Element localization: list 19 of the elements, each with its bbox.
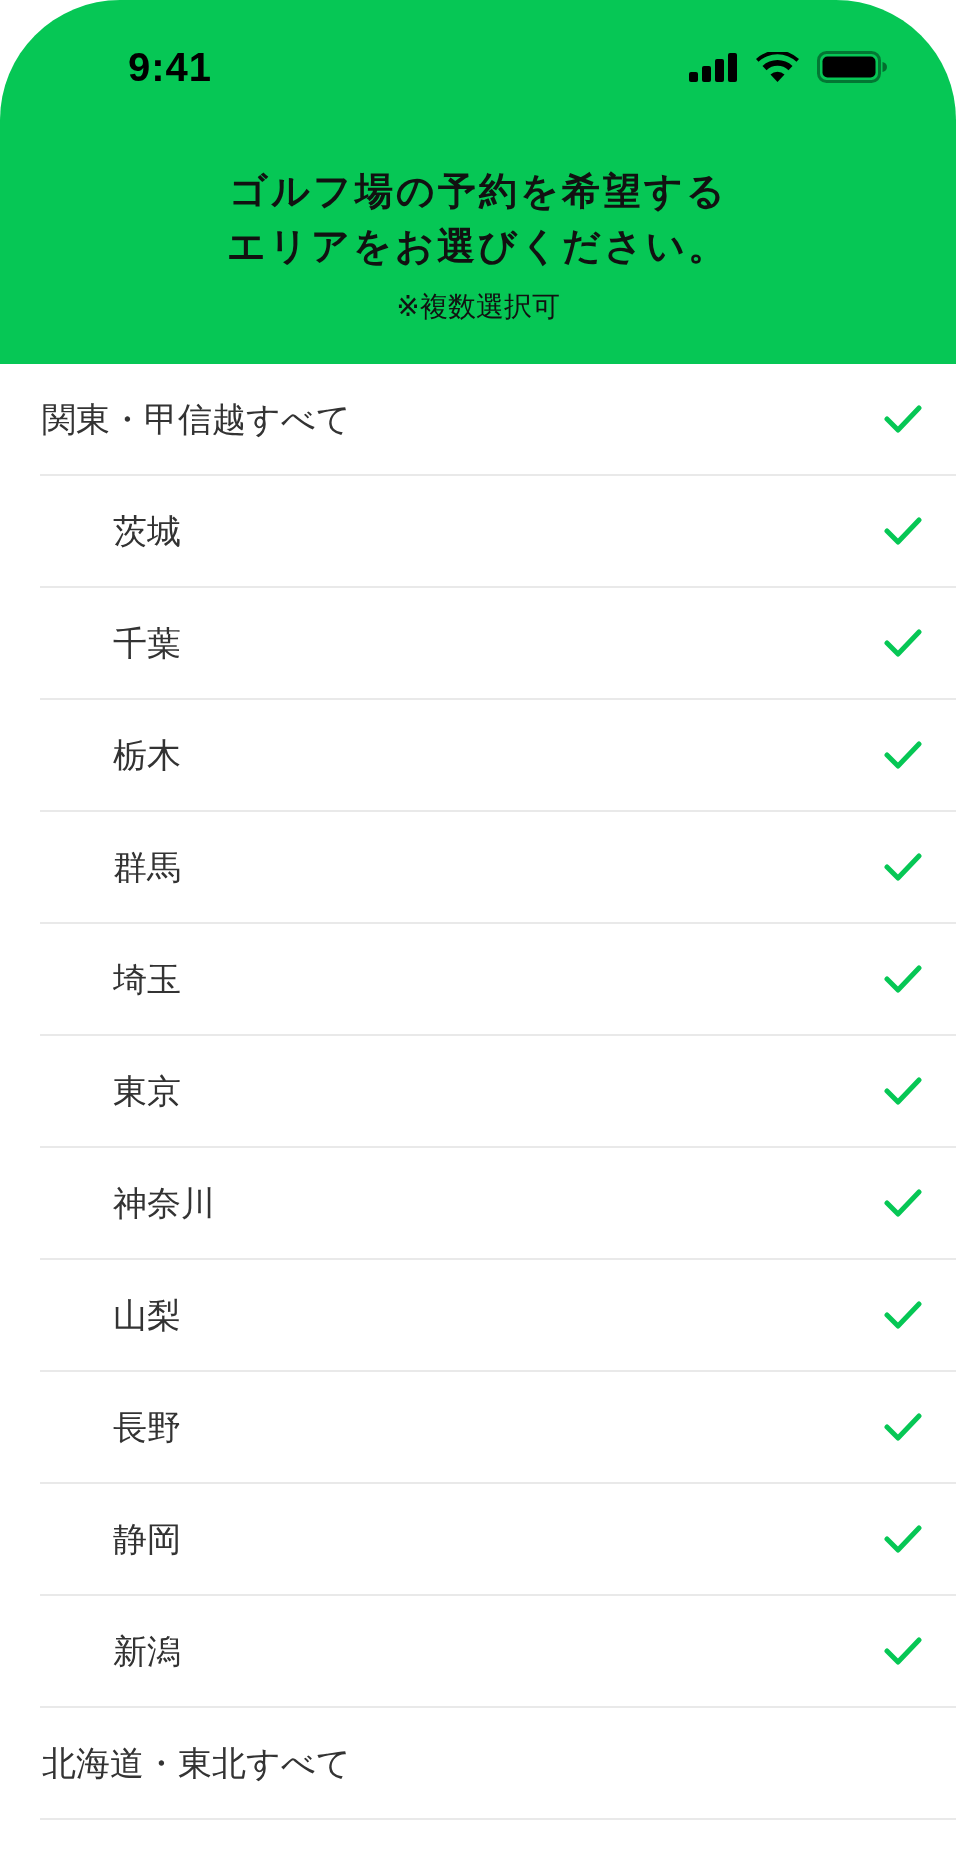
prefecture-option[interactable]: 新潟: [40, 1596, 956, 1708]
page-title: ゴルフ場の予約を希望するエリアをお選びください。: [226, 169, 730, 269]
prefecture-option[interactable]: 長野: [40, 1372, 956, 1484]
signal-icon: [689, 52, 738, 82]
region-option[interactable]: 関東・甲信越すべて: [40, 364, 956, 476]
battery-icon: [817, 51, 887, 83]
region-option[interactable]: 北海道・東北すべて: [40, 1708, 956, 1820]
prefecture-option[interactable]: 茨城: [40, 476, 956, 588]
status-time: 9:41: [128, 47, 213, 87]
prefecture-option[interactable]: 栃木: [40, 700, 956, 812]
prefecture-option[interactable]: 千葉: [40, 588, 956, 700]
prefecture-option[interactable]: 静岡: [40, 1484, 956, 1596]
multi-select-note: ※複数選択可: [396, 290, 560, 324]
prefecture-option[interactable]: 山梨: [40, 1260, 956, 1372]
prefecture-option[interactable]: 埼玉: [40, 924, 956, 1036]
wifi-icon: [756, 52, 799, 82]
prefecture-option[interactable]: 神奈川: [40, 1148, 956, 1260]
prefecture-option[interactable]: 東京: [40, 1036, 956, 1148]
prefecture-option[interactable]: 群馬: [40, 812, 956, 924]
